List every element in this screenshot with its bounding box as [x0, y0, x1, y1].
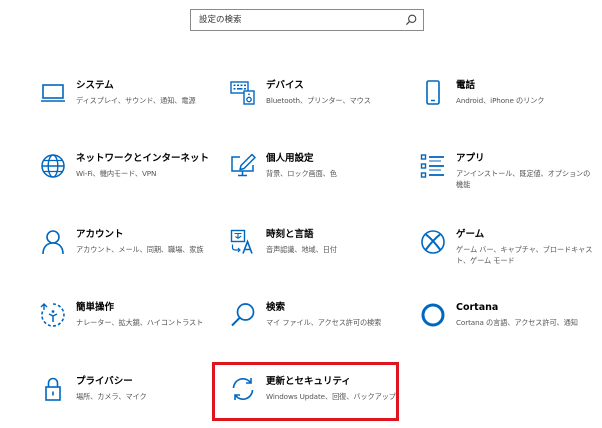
- tile-description: ディスプレイ、サウンド、通知、電源: [76, 96, 196, 105]
- tile-title: 簡単操作: [76, 302, 115, 313]
- tile-title: ゲーム: [456, 229, 485, 240]
- tile-devices[interactable]: デバイス Bluetooth、プリンター、マウス: [230, 80, 405, 130]
- search-magnifier-icon: [230, 302, 256, 328]
- tile-title: Cortana: [456, 302, 499, 313]
- tile-description: Bluetooth、プリンター、マウス: [266, 96, 371, 105]
- tile-privacy[interactable]: プライバシー 場所、カメラ、マイク: [40, 376, 215, 426]
- laptop-icon: [40, 80, 66, 106]
- tile-phone[interactable]: 電話 Android、iPhone のリンク: [420, 80, 595, 130]
- search-box[interactable]: [190, 9, 424, 31]
- tile-title: 個人用設定: [266, 153, 314, 164]
- tile-time-language[interactable]: 時刻と言語 音声認識、地域、日付: [230, 229, 405, 279]
- tile-cortana[interactable]: Cortana Cortana の言語、アクセス許可、通知: [420, 302, 595, 352]
- tile-description: 音声認識、地域、日付: [266, 245, 337, 254]
- tile-description: マイ ファイル、アクセス許可の検索: [266, 318, 382, 327]
- update-sync-icon: [230, 376, 256, 402]
- search-input[interactable]: [191, 10, 399, 30]
- tile-description: Cortana の言語、アクセス許可、通知: [456, 318, 578, 327]
- tile-ease-of-access[interactable]: 簡単操作 ナレーター、拡大鏡、ハイコントラスト: [40, 302, 215, 352]
- pen-monitor-icon: [230, 153, 256, 179]
- tile-title: 更新とセキュリティ: [266, 376, 351, 387]
- tile-gaming[interactable]: ゲーム ゲーム バー、キャプチャ、ブロードキャスト、ゲーム モード: [420, 229, 595, 279]
- tile-title: プライバシー: [76, 376, 133, 387]
- tile-title: アカウント: [76, 229, 124, 240]
- person-icon: [40, 229, 66, 255]
- tile-apps[interactable]: アプリ アンインストール、既定値、オプションの機能: [420, 153, 595, 203]
- lock-icon: [40, 376, 66, 402]
- tile-personalization[interactable]: 個人用設定 背景、ロック画面、色: [230, 153, 405, 203]
- tile-description: ゲーム バー、キャプチャ、ブロードキャスト、ゲーム モード: [456, 245, 593, 265]
- tile-description: ナレーター、拡大鏡、ハイコントラスト: [76, 318, 204, 327]
- tile-description: アカウント、メール、同期、職場、家族: [76, 245, 204, 254]
- ease-of-access-icon: [40, 302, 66, 328]
- search-icon[interactable]: [404, 13, 418, 27]
- keyboard-speaker-icon: [230, 80, 256, 106]
- tile-description: Android、iPhone のリンク: [456, 96, 545, 105]
- xbox-icon: [420, 229, 446, 255]
- tile-title: デバイス: [266, 80, 304, 91]
- tile-accounts[interactable]: アカウント アカウント、メール、同期、職場、家族: [40, 229, 215, 279]
- tile-description: 背景、ロック画面、色: [266, 169, 337, 178]
- apps-list-icon: [420, 153, 446, 179]
- tile-title: システム: [76, 80, 114, 91]
- tile-description: Windows Update、回復、バックアップ: [266, 392, 396, 401]
- globe-icon: [40, 153, 66, 179]
- tile-search[interactable]: 検索 マイ ファイル、アクセス許可の検索: [230, 302, 405, 352]
- cortana-icon: [420, 302, 446, 328]
- tile-title: 電話: [456, 80, 476, 91]
- tile-update-security[interactable]: 更新とセキュリティ Windows Update、回復、バックアップ: [230, 376, 405, 426]
- tile-title: 検索: [266, 302, 286, 313]
- tile-network[interactable]: ネットワークとインターネット Wi-Fi、機内モード、VPN: [40, 153, 215, 203]
- tile-title: アプリ: [456, 153, 485, 164]
- phone-icon: [420, 80, 446, 106]
- tile-title: ネットワークとインターネット: [76, 153, 210, 164]
- time-language-icon: [230, 229, 256, 255]
- tile-title: 時刻と言語: [266, 229, 314, 240]
- tile-description: 場所、カメラ、マイク: [76, 392, 147, 401]
- tile-description: アンインストール、既定値、オプションの機能: [456, 169, 591, 189]
- tile-description: Wi-Fi、機内モード、VPN: [76, 169, 157, 178]
- tile-system[interactable]: システム ディスプレイ、サウンド、通知、電源: [40, 80, 215, 130]
